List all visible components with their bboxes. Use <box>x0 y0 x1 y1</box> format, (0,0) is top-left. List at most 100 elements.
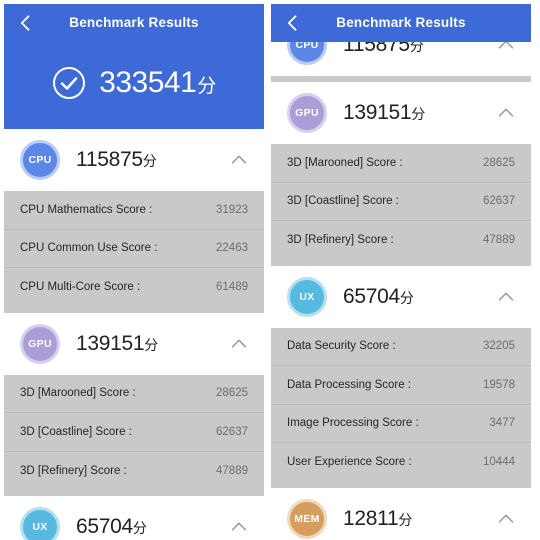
table-row: 3D [Marooned] Score : 28625 <box>271 144 531 183</box>
row-value: 22463 <box>216 242 248 255</box>
score-rows-ux: Data Security Score : 32205 Data Processin… <box>271 327 531 482</box>
group-score-unit: 分 <box>142 153 157 169</box>
group-score-number: 139151 <box>76 331 145 355</box>
score-group-mem: MEM12811分RAM Score :5692ROM Score :7119 <box>271 487 531 540</box>
ux-badge-icon: UX <box>287 276 327 317</box>
score-group-cpu: CPU 115875分 CPU Mathematics Score :31923 CP… <box>4 129 264 307</box>
table-row: 3D [Coastline] Score : 62637 <box>271 182 531 221</box>
collapse-chevron-up-icon[interactable] <box>228 333 250 355</box>
cpu-badge-icon: CPU <box>20 140 60 180</box>
row-label: User Experience Score : <box>287 456 412 469</box>
group-score-number: 12811 <box>343 506 399 530</box>
total-score-number: 333541 <box>99 66 197 99</box>
score-group-ux: UX65704分Data Security Score :32205 <box>4 496 264 540</box>
row-label: 3D [Marooned] Score : <box>20 387 136 400</box>
row-label: CPU Mathematics Score : <box>20 203 153 216</box>
group-score-number: 139151 <box>343 101 412 124</box>
page-title: Benchmark Results <box>69 15 199 30</box>
table-row: 3D [Refinery] Score : 47889 <box>271 221 531 260</box>
group-header-gpu[interactable]: GPU 139151分 <box>4 312 264 375</box>
score-group-gpu: GPU 139151分 3D [Marooned] Score :28625 3D [… <box>4 312 264 490</box>
row-value: 47889 <box>483 234 515 247</box>
mem-badge-icon: MEM <box>287 498 327 539</box>
table-row: CPU Multi-Core Score : 61489 <box>4 268 264 307</box>
group-score-gpu: 139151分 <box>76 332 158 356</box>
row-value: 31923 <box>216 203 248 216</box>
group-score-unit: 分 <box>399 289 414 306</box>
app-header: Benchmark Results 333541分 <box>4 4 264 129</box>
row-value: 32205 <box>483 340 515 353</box>
table-row: Data Security Score : 32205 <box>271 327 531 366</box>
row-value: 61489 <box>216 281 248 294</box>
group-score-unit: 分 <box>132 520 147 536</box>
table-row: User Experience Score : 10444 <box>271 443 531 482</box>
total-score-banner: 333541分 <box>4 48 264 118</box>
row-label: Data Security Score : <box>287 340 396 353</box>
score-rows-gpu: 3D [Marooned] Score : 28625 3D [Coastline]… <box>271 144 531 260</box>
table-row: CPU Common Use Score : 22463 <box>4 229 264 268</box>
score-group-gpu: GPU 139151分 3D [Marooned] Score :28625 3D [… <box>271 82 531 260</box>
row-label: 3D [Refinery] Score : <box>287 234 394 247</box>
group-header-ux[interactable]: UX 65704分 <box>4 496 264 540</box>
row-value: 3477 <box>489 417 515 430</box>
group-score-number: 65704 <box>343 284 400 308</box>
group-header-mem[interactable]: MEM 12811分 <box>271 487 531 540</box>
group-score-number: 115875 <box>76 148 143 171</box>
row-label: Data Processing Score : <box>287 378 412 391</box>
app-header: Benchmark Results <box>271 4 531 42</box>
row-value: 28625 <box>216 387 248 400</box>
table-row: Data Processing Score : 19578 <box>271 366 531 405</box>
group-header-gpu[interactable]: GPU 139151分 <box>271 82 531 144</box>
row-value: 19578 <box>483 378 515 391</box>
row-label: Image Processing Score : <box>287 417 419 430</box>
results-scroll-area[interactable]: CPU 115875分 GPU 139151分 3D [Marooned] Score … <box>271 4 531 540</box>
group-score-unit: 分 <box>144 336 158 353</box>
group-score-cpu: 115875分 <box>76 148 157 172</box>
row-value: 62637 <box>483 195 515 208</box>
group-score-mem: 12811分 <box>343 507 412 531</box>
gpu-badge-icon: GPU <box>20 323 60 364</box>
collapse-chevron-up-icon[interactable] <box>495 286 517 308</box>
row-label: CPU Common Use Score : <box>20 242 158 255</box>
row-value: 62637 <box>216 425 248 438</box>
back-chevron-icon[interactable] <box>16 13 36 33</box>
dual-screenshot-container: CPU 115875分 CPU Mathematics Score :31923 CP… <box>0 0 540 540</box>
row-label: 3D [Coastline] Score : <box>20 425 132 438</box>
collapse-chevron-up-icon[interactable] <box>495 102 517 124</box>
total-score-unit: 分 <box>197 76 216 97</box>
table-row: CPU Mathematics Score : 31923 <box>4 191 264 230</box>
group-header-ux[interactable]: UX 65704分 <box>271 265 531 328</box>
gpu-badge-icon: GPU <box>287 93 327 133</box>
collapse-chevron-up-icon[interactable] <box>228 516 250 538</box>
group-header-cpu[interactable]: CPU 115875分 <box>4 129 264 191</box>
row-value: 28625 <box>483 156 515 169</box>
group-score-unit: 分 <box>398 511 413 528</box>
group-score-gpu: 139151分 <box>343 101 425 125</box>
row-label: 3D [Refinery] Score : <box>20 464 127 477</box>
check-circle-icon <box>52 66 86 100</box>
row-label: 3D [Marooned] Score : <box>287 156 403 169</box>
group-score-ux: 65704分 <box>343 285 414 309</box>
group-score-number: 65704 <box>76 515 133 538</box>
table-row: 3D [Coastline] Score : 62637 <box>4 413 264 452</box>
table-row: 3D [Marooned] Score : 28625 <box>4 374 264 413</box>
score-rows-cpu: CPU Mathematics Score : 31923 CPU Common U… <box>4 191 264 307</box>
row-value: 47889 <box>216 464 248 477</box>
back-chevron-icon[interactable] <box>283 13 303 33</box>
table-row: 3D [Refinery] Score : 47889 <box>4 451 264 490</box>
right-panel: CPU 115875分 GPU 139151分 3D [Marooned] Score … <box>271 4 531 540</box>
group-score-unit: 分 <box>411 106 425 122</box>
page-title: Benchmark Results <box>336 15 466 30</box>
score-rows-gpu: 3D [Marooned] Score : 28625 3D [Coastline]… <box>4 374 264 490</box>
collapse-chevron-up-icon[interactable] <box>228 149 250 171</box>
row-value: 10444 <box>483 456 515 469</box>
group-score-ux: 65704分 <box>76 515 147 539</box>
row-label: 3D [Coastline] Score : <box>287 195 399 208</box>
ux-badge-icon: UX <box>20 507 60 540</box>
total-score: 333541分 <box>99 66 216 100</box>
score-group-ux: UX 65704分 Data Security Score : 32205 Data P… <box>271 265 531 482</box>
row-label: CPU Multi-Core Score : <box>20 281 141 294</box>
left-panel: CPU 115875分 CPU Mathematics Score :31923 CP… <box>4 4 264 540</box>
table-row: Image Processing Score : 3477 <box>271 404 531 443</box>
collapse-chevron-up-icon[interactable] <box>495 508 517 530</box>
